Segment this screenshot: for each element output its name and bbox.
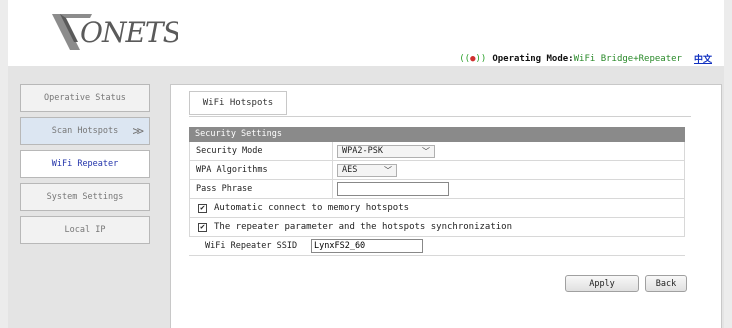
- wpa-algorithms-select[interactable]: AES ﹀: [337, 163, 397, 177]
- auto-connect-row: ✔ Automatic connect to memory hotspots: [189, 199, 685, 218]
- security-mode-row: Security Mode WPA2-PSK ﹀: [189, 142, 685, 161]
- double-chevron-right-icon: >>: [132, 124, 145, 138]
- operating-mode-value: WiFi Bridge+Repeater: [573, 53, 682, 64]
- back-button[interactable]: Back: [645, 275, 687, 292]
- sidebar-item-system-settings[interactable]: System Settings: [20, 183, 150, 211]
- sidebar-item-wifi-repeater[interactable]: WiFi Repeater: [20, 150, 150, 178]
- tab-wifi-hotspots[interactable]: WiFi Hotspots: [189, 91, 287, 115]
- sync-label: The repeater parameter and the hotspots …: [214, 222, 513, 232]
- action-buttons: Apply Back: [565, 275, 687, 292]
- security-mode-label: Security Mode: [196, 146, 263, 156]
- ssid-row: WiFi Repeater SSID: [189, 237, 685, 256]
- ssid-input[interactable]: [311, 239, 423, 253]
- ssid-label: WiFi Repeater SSID: [205, 241, 298, 251]
- sidebar-item-operative-status[interactable]: Operative Status: [20, 84, 150, 112]
- language-link[interactable]: 中文: [694, 52, 712, 65]
- sync-checkbox[interactable]: ✔: [198, 222, 207, 232]
- security-settings-panel: Security Settings Security Mode WPA2-PSK…: [189, 127, 685, 256]
- wifi-signal-icon: ((●)): [459, 53, 487, 64]
- security-mode-select[interactable]: WPA2-PSK ﹀: [337, 144, 435, 158]
- auto-connect-checkbox[interactable]: ✔: [198, 203, 207, 213]
- wpa-algorithms-label: WPA Algorithms: [196, 165, 268, 175]
- chevron-down-icon: ﹀: [422, 146, 430, 156]
- header: ONETS ((●)) Operating Mode: WiFi Bridge+R…: [8, 0, 724, 66]
- section-title: Security Settings: [189, 127, 685, 142]
- pass-phrase-row: Pass Phrase: [189, 180, 685, 199]
- operating-mode-label: Operating Mode:: [492, 53, 574, 64]
- vonets-logo: ONETS: [52, 14, 178, 50]
- chevron-down-icon: ﹀: [384, 165, 392, 175]
- sidebar-item-scan-hotspots[interactable]: Scan Hotspots >>: [20, 117, 150, 145]
- pass-phrase-input[interactable]: [337, 182, 449, 196]
- operating-mode-bar: ((●)) Operating Mode: WiFi Bridge+Repeate…: [459, 52, 712, 66]
- sidebar-item-local-ip[interactable]: Local IP: [20, 216, 150, 244]
- apply-button[interactable]: Apply: [565, 275, 639, 292]
- sync-row: ✔ The repeater parameter and the hotspot…: [189, 218, 685, 237]
- wpa-algorithms-row: WPA Algorithms AES ﹀: [189, 161, 685, 180]
- auto-connect-label: Automatic connect to memory hotspots: [214, 203, 410, 213]
- svg-text:ONETS: ONETS: [80, 16, 178, 49]
- pass-phrase-label: Pass Phrase: [196, 184, 253, 194]
- main-panel: WiFi Hotspots Security Settings Security…: [170, 84, 722, 328]
- tab-divider: [189, 116, 691, 117]
- sidebar: Operative Status Scan Hotspots >> WiFi R…: [20, 84, 150, 249]
